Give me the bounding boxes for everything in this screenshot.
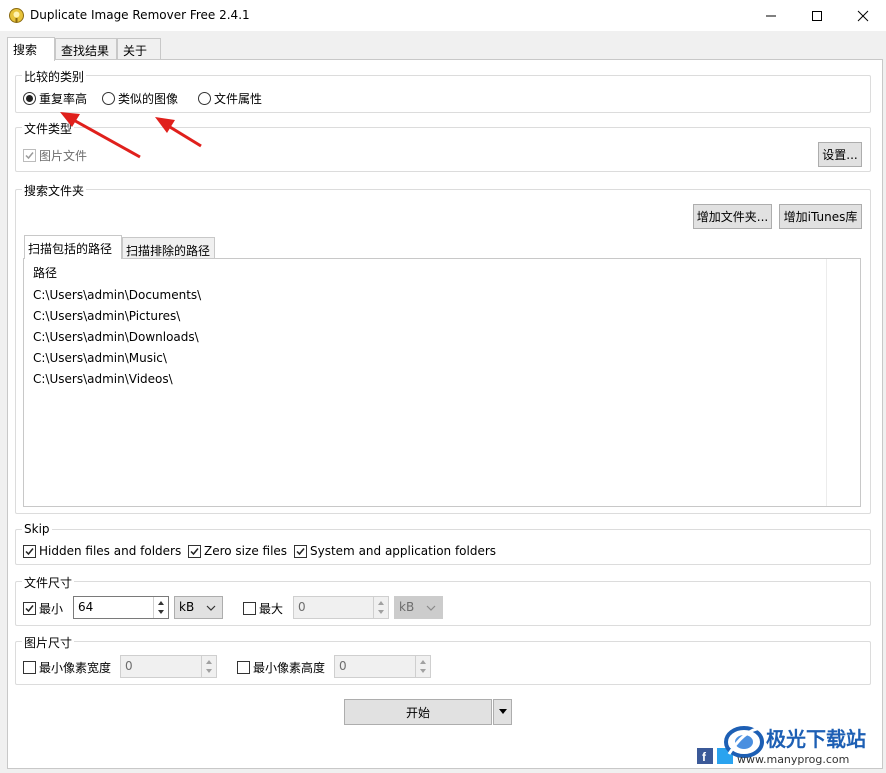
red-arrow-icon bbox=[60, 112, 141, 159]
watermark-brand: 极光下载站 bbox=[766, 727, 866, 751]
red-arrow-icon bbox=[155, 117, 202, 148]
watermark: f 极光下载站 www.manyprog.com bbox=[693, 720, 886, 773]
tab-search[interactable]: 搜索 bbox=[7, 37, 55, 61]
annotation-arrows bbox=[60, 112, 202, 159]
svg-text:f: f bbox=[702, 750, 707, 764]
tab-included-paths[interactable]: 扫描包括的路径 bbox=[24, 235, 122, 259]
watermark-url: www.manyprog.com bbox=[737, 753, 850, 766]
facebook-icon: f bbox=[697, 748, 713, 764]
